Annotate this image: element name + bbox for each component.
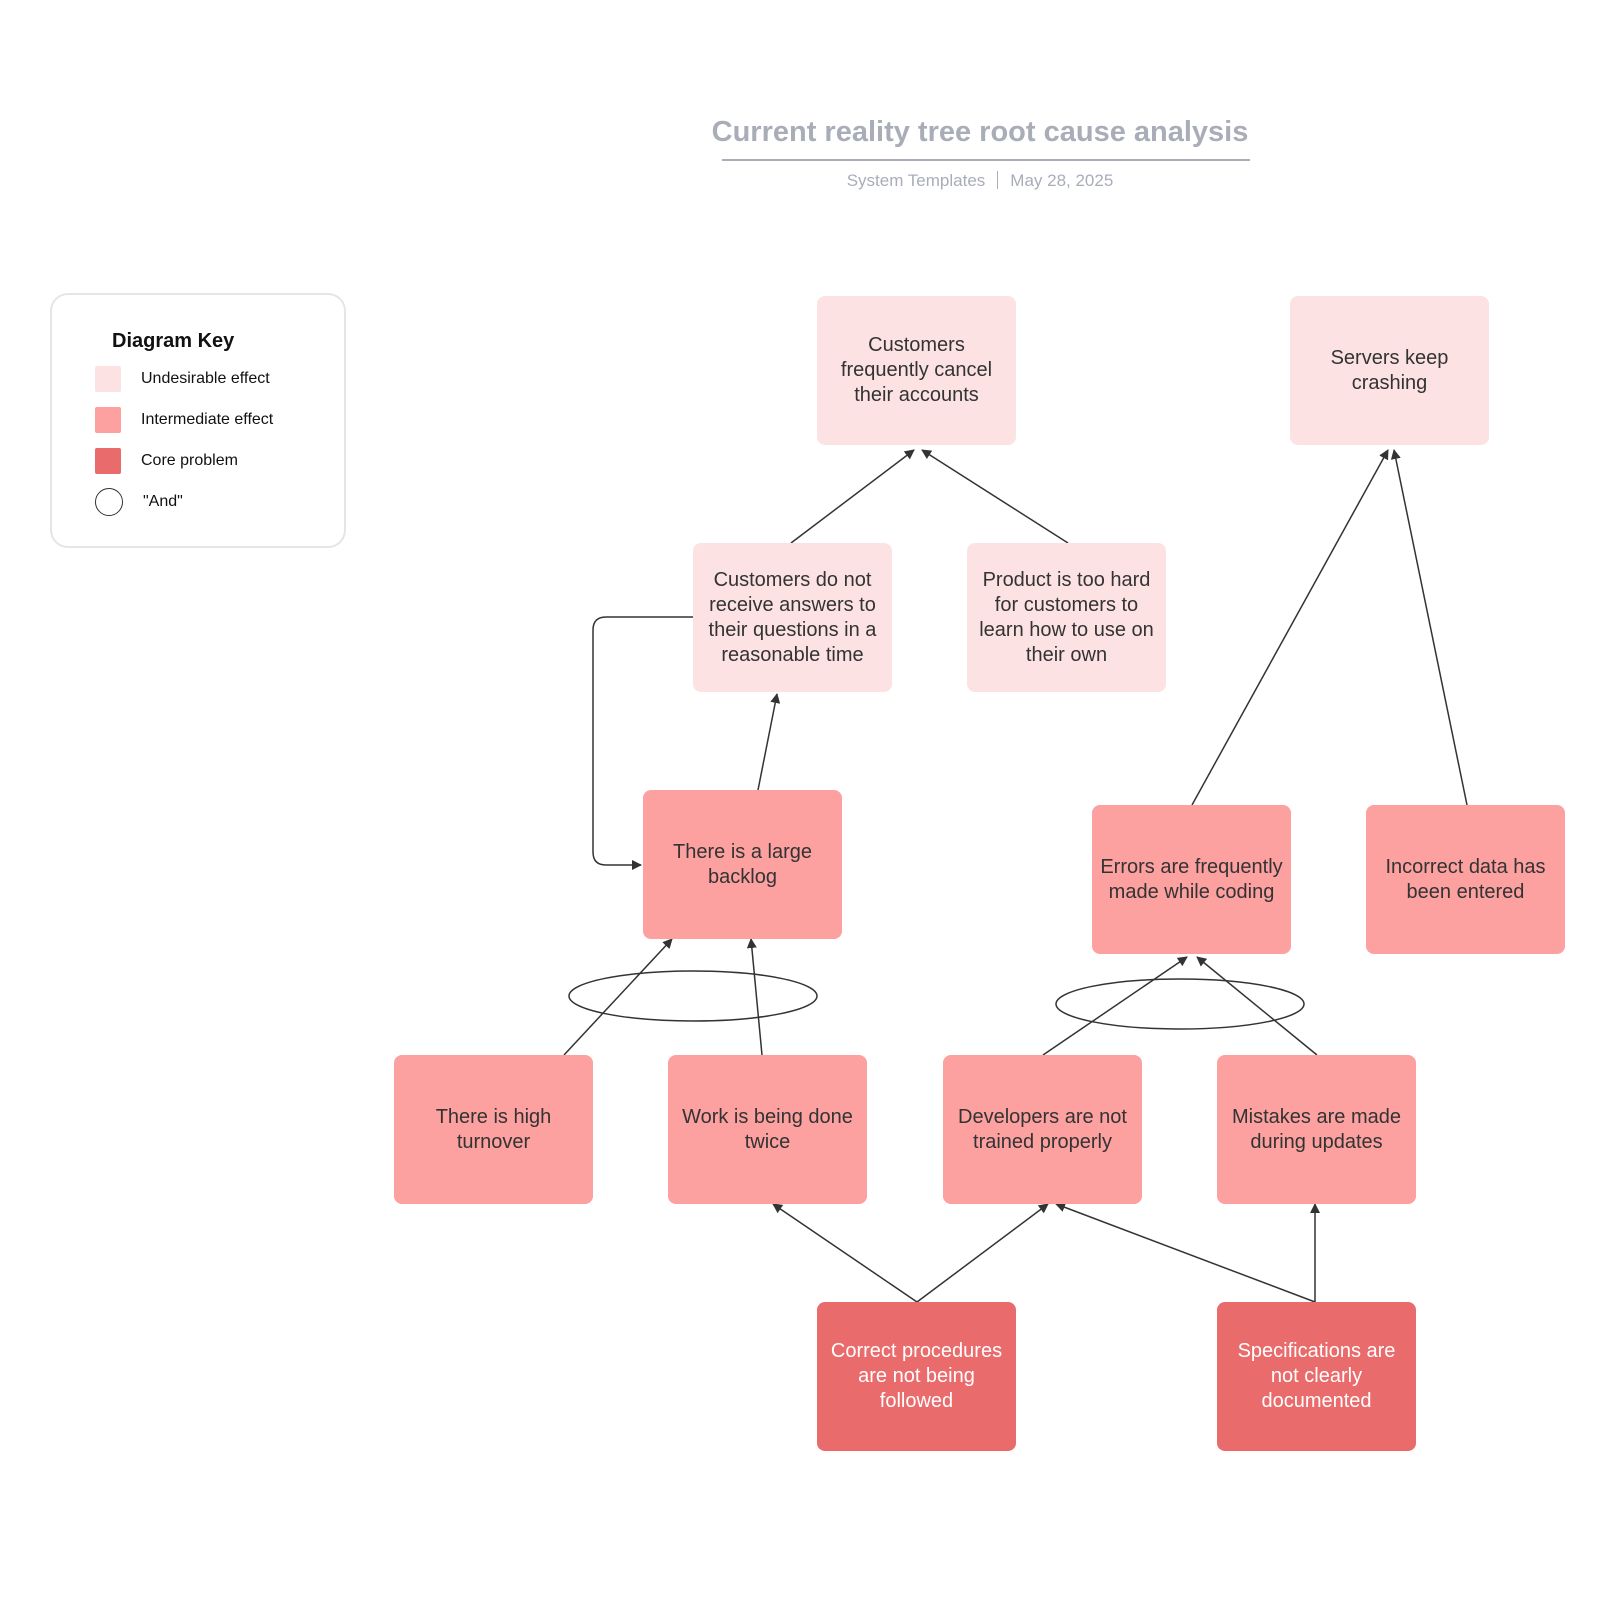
node-customers-no-answers[interactable]: Customers do not receive answers to thei… [693, 543, 892, 692]
node-mistakes-during-updates[interactable]: Mistakes are made during updates [1217, 1055, 1416, 1204]
node-product-too-hard[interactable]: Product is too hard for customers to lea… [967, 543, 1166, 692]
edge-procedures-to-twice [772, 1203, 918, 1303]
node-developers-not-trained[interactable]: Developers are not trained properly [943, 1055, 1142, 1204]
node-customers-cancel[interactable]: Customers frequently cancel their accoun… [817, 296, 1016, 445]
edge-mistakes-to-errors [1196, 956, 1318, 1056]
node-procedures-not-followed[interactable]: Correct procedures are not being followe… [817, 1302, 1016, 1451]
edge-specs-to-trained [1055, 1202, 1316, 1303]
edge-backlog-to-answers [757, 693, 781, 791]
node-coding-errors[interactable]: Errors are frequently made while coding [1092, 805, 1291, 954]
node-large-backlog[interactable]: There is a large backlog [643, 790, 842, 939]
edge-errors-to-servers [1191, 449, 1389, 806]
node-incorrect-data[interactable]: Incorrect data has been entered [1366, 805, 1565, 954]
node-specs-not-documented[interactable]: Specifications are not clearly documente… [1217, 1302, 1416, 1451]
edge-procedures-to-trained [916, 1203, 1049, 1303]
node-servers-crashing[interactable]: Servers keep crashing [1290, 296, 1489, 445]
and-connector-ellipse [568, 970, 818, 1022]
edge-twice-to-backlog [746, 938, 763, 1056]
node-high-turnover[interactable]: There is high turnover [394, 1055, 593, 1204]
edge-hard-to-cancel [921, 449, 1069, 544]
edge-answers-to-cancel [790, 449, 915, 544]
edge-incorrect-to-servers [1390, 449, 1468, 806]
node-work-done-twice[interactable]: Work is being done twice [668, 1055, 867, 1204]
edge-turnover-to-backlog [563, 938, 673, 1056]
edge-trained-to-errors [1042, 956, 1188, 1056]
